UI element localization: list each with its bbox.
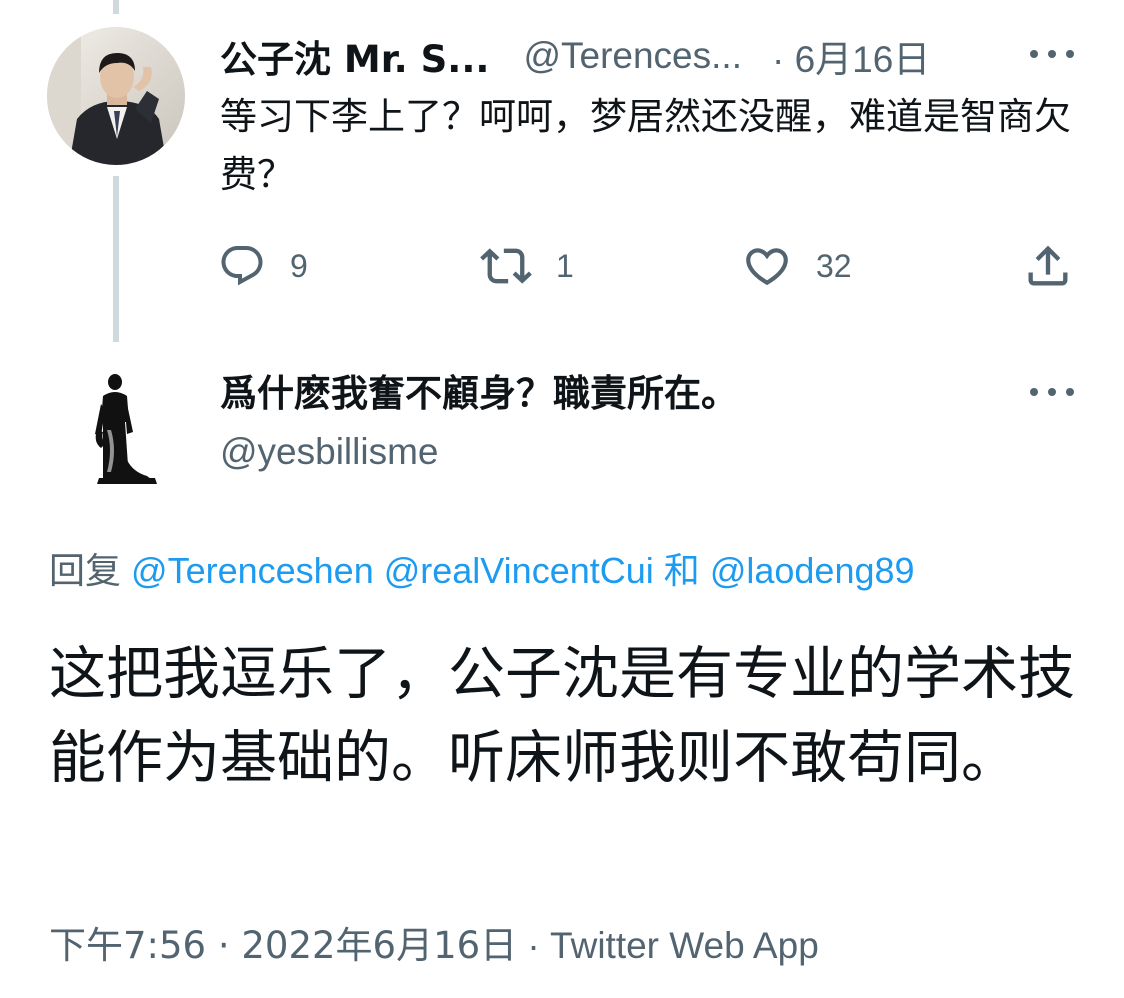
reply-icon <box>221 246 263 286</box>
reply-count: 9 <box>290 247 308 284</box>
reply-button[interactable]: 9 <box>218 236 308 296</box>
replying-to: 回复 @Terenceshen @realVincentCui 和 @laode… <box>49 543 915 600</box>
more-icon-dot <box>1030 50 1038 58</box>
more-icon-dot <box>1048 50 1056 58</box>
avatar-photo <box>47 27 185 165</box>
parent-tweet-text: 等习下李上了？呵呵，梦居然还没醒，难道是智商欠费？ <box>220 95 1071 196</box>
parent-tweet-date[interactable]: · 6月16日 <box>772 29 930 83</box>
tweet-source[interactable]: Twitter Web App <box>550 925 819 966</box>
reply-label: 回复 <box>49 551 122 592</box>
mention-link[interactable]: @realVincentCui <box>384 550 654 591</box>
parent-more-button[interactable] <box>1030 42 1074 66</box>
parent-author-avatar[interactable] <box>47 27 185 165</box>
retweet-button[interactable]: 1 <box>480 236 574 296</box>
retweet-count: 1 <box>556 247 574 284</box>
parent-author-name[interactable]: 公子沈 Mr. S... <box>220 29 489 83</box>
mention-link[interactable]: @Terenceshen <box>131 550 374 591</box>
thread-line-top <box>113 0 119 14</box>
reply-conjunction: 和 <box>663 551 700 592</box>
like-count: 32 <box>816 247 852 284</box>
meta-separator: · <box>517 925 551 966</box>
share-icon <box>1028 245 1068 286</box>
main-author-handle[interactable]: @yesbillisme <box>220 424 439 480</box>
like-button[interactable]: 32 <box>742 236 852 296</box>
like-icon <box>746 248 788 286</box>
tweet-timestamp[interactable]: 下午7:56 · 2022年6月16日 <box>49 924 517 967</box>
main-tweet-text: 这把我逗乐了，公子沈是有专业的学术技能作为基础的。听床师我则不敢苟同。 <box>49 641 1075 791</box>
parent-tweet-header: 公子沈 Mr. S... @Terences... · 6月16日 <box>220 28 1080 84</box>
more-icon-dot <box>1066 50 1074 58</box>
share-button[interactable] <box>1022 236 1074 296</box>
retweet-icon <box>480 248 532 284</box>
main-author-name[interactable]: 爲什麽我奮不顧身？職責所在。 <box>220 366 738 422</box>
thread-line <box>113 176 119 342</box>
more-icon-dot <box>1066 388 1074 396</box>
more-icon-dot <box>1030 388 1038 396</box>
mention-link[interactable]: @laodeng89 <box>710 550 915 591</box>
avatar-figure <box>47 360 185 498</box>
more-icon-dot <box>1048 388 1056 396</box>
parent-author-handle[interactable]: @Terences... <box>523 35 742 77</box>
main-more-button[interactable] <box>1030 380 1074 404</box>
main-author-avatar[interactable] <box>47 360 185 498</box>
parent-tweet-actions: 9 1 32 <box>218 236 1078 296</box>
tweet-metadata: 下午7:56 · 2022年6月16日 · Twitter Web App <box>49 918 819 974</box>
